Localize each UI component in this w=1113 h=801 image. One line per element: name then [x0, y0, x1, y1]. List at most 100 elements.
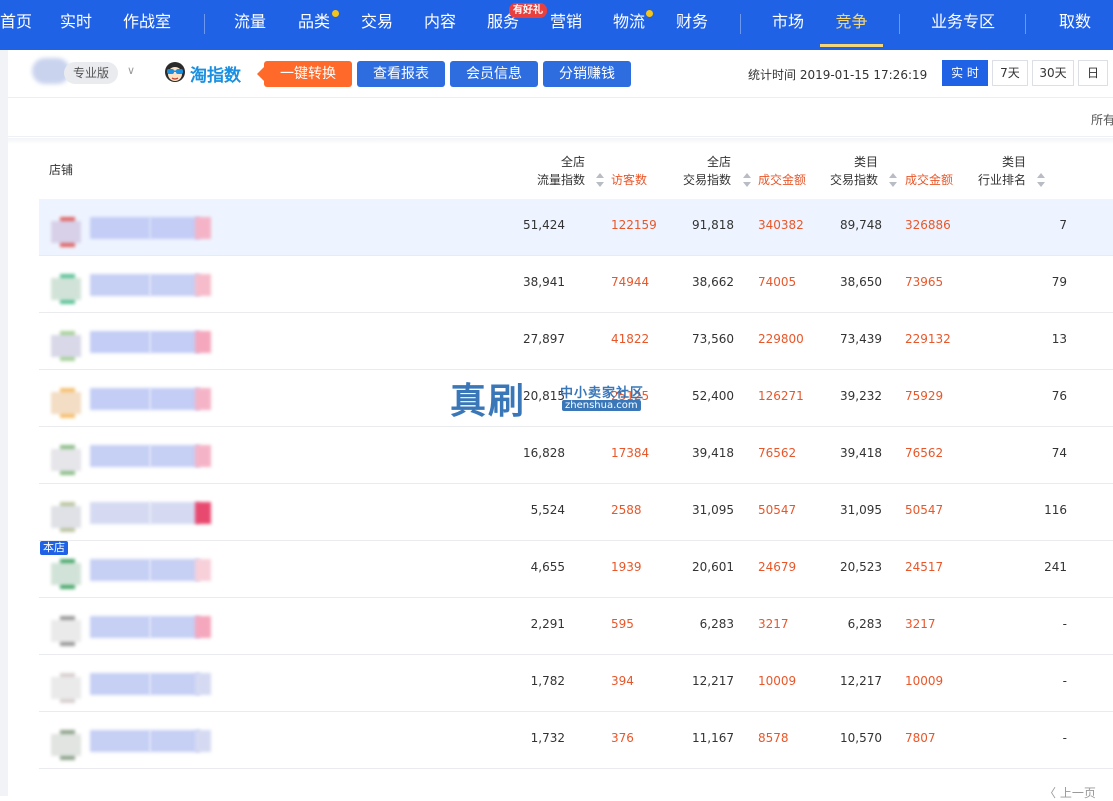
blur-block	[90, 445, 150, 467]
sort-icon[interactable]	[743, 173, 751, 187]
cell-cat-trade-index: 31,095	[840, 503, 882, 517]
watermark: 真刷 中小卖家社区 zhenshua.com	[450, 372, 670, 422]
notification-dot-icon	[646, 10, 653, 17]
col-header-trade: 交易指数	[683, 173, 732, 187]
cell-industry-rank: 76	[1051, 389, 1067, 403]
cell-amount: 340382	[758, 218, 804, 232]
cell-amount: 3217	[758, 617, 789, 631]
cell-trade-index: 73,560	[692, 332, 734, 346]
cell-industry-rank: -	[1062, 674, 1067, 688]
blur-block	[51, 620, 81, 642]
nav-home[interactable]: 首页	[0, 0, 32, 46]
cell-industry-rank: -	[1062, 731, 1067, 745]
cell-trade-index: 20,601	[692, 560, 734, 574]
cell-visitors: 394	[611, 674, 634, 688]
nav-fetch-data[interactable]: 取数	[1059, 0, 1091, 46]
col-header-shop: 店铺	[49, 163, 74, 177]
cell-amount: 10009	[758, 674, 797, 688]
cell-visitors: 122159	[611, 218, 657, 232]
sort-icon[interactable]	[1037, 173, 1045, 187]
col-header-rank-top: 类目	[1001, 155, 1026, 169]
table-row[interactable]: 38,941 74944 38,662 74005 38,650 73965 79	[39, 256, 1113, 313]
table-row[interactable]: 27,897 41822 73,560 229800 73,439 229132 13	[39, 313, 1113, 370]
range-day-button[interactable]: 日	[1078, 60, 1108, 86]
cell-cat-trade-index: 39,232	[840, 389, 882, 403]
cell-visitors: 41822	[611, 332, 650, 346]
blur-block	[195, 502, 211, 524]
nav-category[interactable]: 品类	[298, 0, 330, 46]
range-7d-button[interactable]: 7天	[992, 60, 1028, 86]
col-header-cat-trade-top: 类目	[853, 155, 878, 169]
nav-content[interactable]: 内容	[424, 0, 456, 46]
nav-logistics[interactable]: 物流	[613, 0, 645, 46]
watermark-subtitle: 中小卖家社区	[560, 386, 645, 401]
table-row[interactable]: 1,782 394 12,217 10009 12,217 10009 -	[39, 655, 1113, 712]
all-filter-link[interactable]: 所有	[1091, 111, 1113, 128]
prev-page-link[interactable]: 〈 上一页	[1044, 784, 1096, 801]
cell-cat-trade-index: 12,217	[840, 674, 882, 688]
cell-trade-index: 31,095	[692, 503, 734, 517]
cell-visitors: 2588	[611, 503, 642, 517]
cell-cat-amount: 326886	[905, 218, 951, 232]
blur-block	[195, 673, 211, 695]
table-row[interactable]: 1,732 376 11,167 8578 10,570 7807 -	[39, 712, 1113, 769]
distribute-earn-button[interactable]: 分销赚钱	[543, 61, 631, 87]
member-info-button[interactable]: 会员信息	[450, 61, 538, 87]
nav-marketing[interactable]: 营销	[550, 0, 582, 46]
sort-icon[interactable]	[889, 173, 897, 187]
cell-cat-trade-index: 73,439	[840, 332, 882, 346]
cell-cat-amount: 229132	[905, 332, 951, 346]
nav-realtime[interactable]: 实时	[60, 0, 92, 46]
blur-block	[90, 730, 150, 752]
cell-trade-index: 12,217	[692, 674, 734, 688]
cell-cat-trade-index: 10,570	[840, 731, 882, 745]
cell-cat-amount: 76562	[905, 446, 944, 460]
cell-traffic-index: 5,524	[530, 503, 565, 517]
blur-block	[150, 217, 200, 239]
cell-trade-index: 39,418	[692, 446, 734, 460]
taozhishu-logo-text[interactable]: 淘指数	[190, 61, 241, 86]
blur-block	[90, 616, 150, 638]
taozhishu-logo-icon	[165, 62, 185, 82]
nav-business-zone[interactable]: 业务专区	[931, 0, 995, 46]
cell-trade-index: 91,818	[692, 218, 734, 232]
cell-traffic-index: 1,732	[530, 731, 565, 745]
col-header-amount: 成交金额	[758, 173, 807, 187]
blur-block	[51, 677, 81, 699]
nav-market[interactable]: 市场	[772, 0, 804, 46]
view-report-button[interactable]: 查看报表	[357, 61, 445, 87]
blur-block	[150, 274, 200, 296]
range-realtime-button[interactable]: 实 时	[942, 60, 988, 86]
cell-trade-index: 38,662	[692, 275, 734, 289]
nav-competition[interactable]: 竞争	[820, 0, 883, 47]
nav-warroom[interactable]: 作战室	[123, 0, 171, 46]
band-shadow	[8, 138, 1113, 144]
col-header-rank: 行业排名	[978, 173, 1027, 187]
table-row[interactable]: 4,655 1939 20,601 24679 20,523 24517 241	[39, 541, 1113, 598]
cell-industry-rank: 13	[1051, 332, 1067, 346]
blur-block	[150, 559, 200, 581]
filter-band	[8, 99, 1113, 137]
cell-cat-trade-index: 6,283	[847, 617, 882, 631]
nav-finance[interactable]: 财务	[676, 0, 708, 46]
cell-amount: 8578	[758, 731, 789, 745]
blur-block	[195, 730, 211, 752]
cell-industry-rank: 74	[1051, 446, 1067, 460]
blur-block	[195, 274, 211, 296]
cell-traffic-index: 1,782	[530, 674, 565, 688]
one-click-convert-button[interactable]: 一键转换	[257, 61, 352, 87]
nav-trade[interactable]: 交易	[361, 0, 393, 46]
cell-amount: 24679	[758, 560, 797, 574]
table-row[interactable]: 16,828 17384 39,418 76562 39,418 76562 74	[39, 427, 1113, 484]
blur-block	[90, 673, 150, 695]
nav-traffic[interactable]: 流量	[234, 0, 266, 46]
sort-icon[interactable]	[596, 173, 604, 187]
chevron-down-icon[interactable]: ∨	[127, 64, 135, 77]
table-row[interactable]: 51,424 122159 91,818 340382 89,748 326886 7	[39, 199, 1113, 256]
col-header-visitors: 访客数	[611, 173, 648, 187]
range-30d-button[interactable]: 30天	[1032, 60, 1074, 86]
table-row[interactable]: 2,291 595 6,283 3217 6,283 3217 -	[39, 598, 1113, 655]
table-row[interactable]: 5,524 2588 31,095 50547 31,095 50547 116	[39, 484, 1113, 541]
cell-cat-trade-index: 39,418	[840, 446, 882, 460]
cell-amount: 50547	[758, 503, 797, 517]
